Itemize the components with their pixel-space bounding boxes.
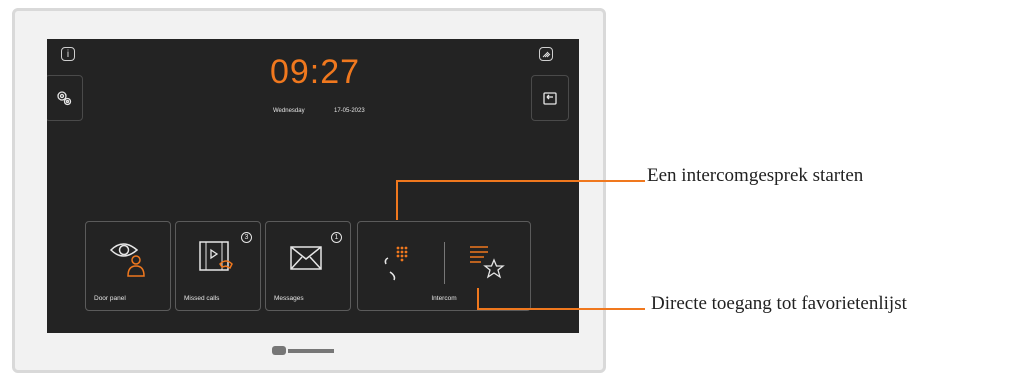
callout-favorites: Directe toegang tot favorietenlijst: [651, 293, 907, 314]
callout-intercom-start: Een intercomgesprek starten: [647, 165, 864, 186]
